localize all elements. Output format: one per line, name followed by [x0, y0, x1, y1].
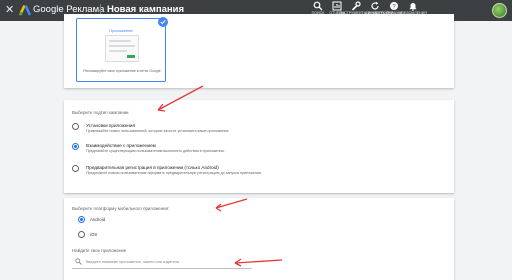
platform-option-ios[interactable]: iOS: [72, 230, 192, 240]
app-search-field: [72, 255, 252, 269]
pre-registration-description: Предложите новым пользователям оформить …: [86, 171, 262, 175]
app-engagement-label: Взаимодействие с приложением: [86, 143, 156, 148]
platform-card: Выберите платформу мобильного приложения…: [64, 198, 454, 280]
app-installs-radio[interactable]: [72, 123, 79, 130]
google-ads-logo-icon: [19, 5, 31, 16]
ios-label: iOS: [90, 231, 98, 237]
app-installs-description: Привлекайте новых пользователей, которые…: [86, 129, 230, 133]
campaign-type-card: Приложение Рекламируйте свое приложение …: [64, 14, 454, 88]
notifications-tool-button[interactable]: УВЕДОМЛЕНИЯ: [396, 1, 430, 15]
bell-icon: [409, 3, 417, 11]
app-illustration: [105, 35, 139, 62]
app-search-label: Найдите свое приложение: [72, 248, 127, 253]
app-engagement-radio[interactable]: [72, 143, 79, 150]
app-engagement-description: Предлагайте существующим пользователям в…: [86, 149, 225, 153]
subtype-option-app-engagement[interactable]: Взаимодействие с приложением Предлагайте…: [72, 142, 442, 162]
pre-registration-radio[interactable]: [72, 165, 79, 172]
android-label: Android: [90, 216, 106, 222]
close-button[interactable]: ✕: [5, 3, 14, 17]
subtype-option-pre-registration[interactable]: Предварительная регистрация в приложении…: [72, 164, 442, 184]
app-installs-label: Установки приложения: [86, 123, 135, 128]
pre-registration-label: Предварительная регистрация в приложении…: [86, 165, 219, 170]
app-search-input[interactable]: [86, 257, 246, 267]
app-tile-title: Приложение: [109, 28, 133, 33]
android-radio[interactable]: [78, 216, 85, 223]
platform-option-android[interactable]: Android: [72, 215, 192, 225]
app-campaign-type-tile[interactable]: Приложение Рекламируйте свое приложение …: [76, 18, 166, 82]
search-icon: [75, 258, 82, 265]
ios-radio[interactable]: [78, 231, 85, 238]
selected-check-icon: [158, 17, 168, 27]
platform-heading: Выберите платформу мобильного приложения…: [72, 206, 170, 211]
app-tile-description: Рекламируйте свое приложение в сетях Goo…: [83, 69, 161, 73]
account-avatar[interactable]: [492, 3, 507, 18]
subtype-option-app-installs[interactable]: Установки приложения Привлекайте новых п…: [72, 122, 442, 142]
campaign-subtype-card: Выберите подтип кампании Установки прило…: [64, 100, 454, 193]
campaign-subtype-heading: Выберите подтип кампании: [72, 110, 129, 115]
